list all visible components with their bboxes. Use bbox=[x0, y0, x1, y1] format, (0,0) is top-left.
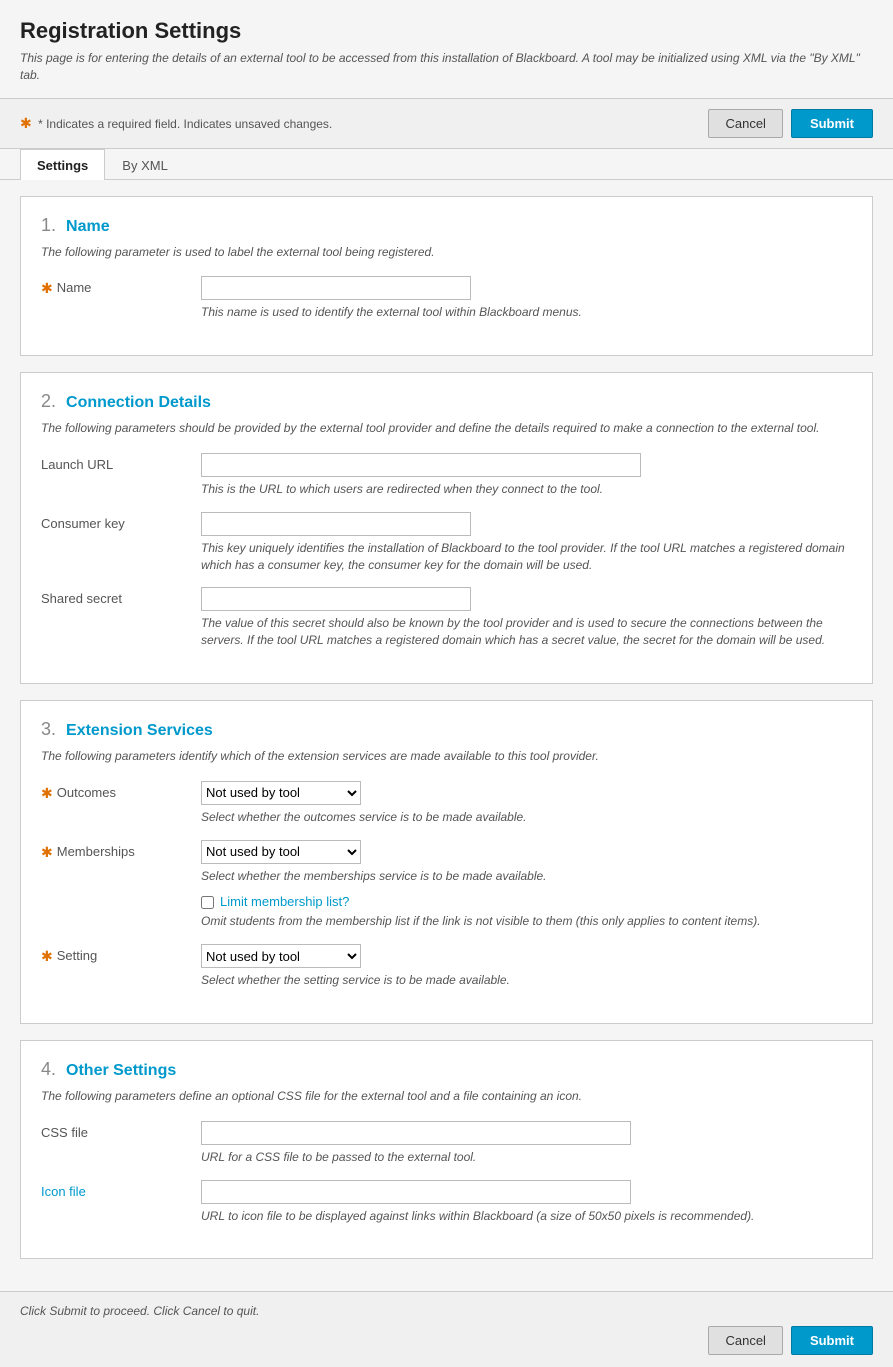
section-1-title: Name bbox=[66, 218, 110, 236]
toolbar-buttons: Cancel Submit bbox=[708, 109, 873, 138]
tab-by-xml[interactable]: By XML bbox=[105, 149, 185, 180]
memberships-select[interactable]: Not used by tool Supported by tool Requi… bbox=[201, 840, 361, 864]
consumer-key-hint: This key uniquely identifies the install… bbox=[201, 540, 852, 574]
page-wrapper: Registration Settings This page is for e… bbox=[0, 0, 893, 1367]
section-4-number: 4. bbox=[41, 1059, 56, 1080]
memberships-required-star: ✱ bbox=[41, 844, 53, 861]
name-input[interactable] bbox=[201, 276, 471, 300]
limit-membership-hint: Omit students from the membership list i… bbox=[201, 913, 852, 930]
section-4-description: The following parameters define an optio… bbox=[41, 1088, 852, 1105]
section-2-description: The following parameters should be provi… bbox=[41, 420, 852, 437]
icon-file-link[interactable]: Icon file bbox=[41, 1184, 86, 1199]
section-1-description: The following parameter is used to label… bbox=[41, 244, 852, 261]
shared-secret-hint: The value of this secret should also be … bbox=[201, 615, 852, 649]
outcomes-label: ✱ Outcomes bbox=[41, 781, 201, 802]
setting-required-star: ✱ bbox=[41, 948, 53, 965]
page-description: This page is for entering the details of… bbox=[20, 50, 873, 84]
section-2-number: 2. bbox=[41, 391, 56, 412]
memberships-field-content: Not used by tool Supported by tool Requi… bbox=[201, 840, 852, 931]
icon-file-input[interactable] bbox=[201, 1180, 631, 1204]
section-3-title: Extension Services bbox=[66, 722, 213, 740]
css-file-hint: URL for a CSS file to be passed to the e… bbox=[201, 1149, 852, 1166]
icon-file-label: Icon file bbox=[41, 1180, 201, 1199]
launch-url-input[interactable] bbox=[201, 453, 641, 477]
css-file-label: CSS file bbox=[41, 1121, 201, 1140]
memberships-hint: Select whether the memberships service i… bbox=[201, 868, 852, 885]
footer-text: Click Submit to proceed. Click Cancel to… bbox=[20, 1304, 873, 1318]
outcomes-field-content: Not used by tool Supported by tool Requi… bbox=[201, 781, 852, 826]
shared-secret-input[interactable] bbox=[201, 587, 471, 611]
section-other-header: 4. Other Settings bbox=[41, 1059, 852, 1080]
footer-buttons: Cancel Submit bbox=[20, 1326, 873, 1355]
setting-select[interactable]: Not used by tool Supported by tool Requi… bbox=[201, 944, 361, 968]
memberships-label: ✱ Memberships bbox=[41, 840, 201, 861]
css-file-input[interactable] bbox=[201, 1121, 631, 1145]
cancel-button-bottom[interactable]: Cancel bbox=[708, 1326, 782, 1355]
launch-url-label: Launch URL bbox=[41, 453, 201, 472]
required-field-notice: ✱ * Indicates a required field. Indicate… bbox=[20, 115, 332, 132]
cancel-button-top[interactable]: Cancel bbox=[708, 109, 782, 138]
submit-button-top[interactable]: Submit bbox=[791, 109, 873, 138]
section-extension-header: 3. Extension Services bbox=[41, 719, 852, 740]
outcomes-hint: Select whether the outcomes service is t… bbox=[201, 809, 852, 826]
setting-field-content: Not used by tool Supported by tool Requi… bbox=[201, 944, 852, 989]
launch-url-field-row: Launch URL This is the URL to which user… bbox=[41, 453, 852, 498]
page-header: Registration Settings This page is for e… bbox=[0, 0, 893, 99]
icon-file-field-row: Icon file URL to icon file to be display… bbox=[41, 1180, 852, 1225]
limit-membership-label[interactable]: Limit membership list? bbox=[220, 894, 349, 909]
section-4-title: Other Settings bbox=[66, 1062, 176, 1080]
name-label: ✱ Name bbox=[41, 276, 201, 297]
shared-secret-label: Shared secret bbox=[41, 587, 201, 606]
icon-file-hint: URL to icon file to be displayed against… bbox=[201, 1208, 852, 1225]
section-connection-header: 2. Connection Details bbox=[41, 391, 852, 412]
shared-secret-field-content: The value of this secret should also be … bbox=[201, 587, 852, 649]
outcomes-required-star: ✱ bbox=[41, 785, 53, 802]
name-field-row: ✱ Name This name is used to identify the… bbox=[41, 276, 852, 321]
setting-field-row: ✱ Setting Not used by tool Supported by … bbox=[41, 944, 852, 989]
name-field-content: This name is used to identify the extern… bbox=[201, 276, 852, 321]
consumer-key-label: Consumer key bbox=[41, 512, 201, 531]
section-name: 1. Name The following parameter is used … bbox=[20, 196, 873, 357]
css-file-field-content: URL for a CSS file to be passed to the e… bbox=[201, 1121, 852, 1166]
section-1-number: 1. bbox=[41, 215, 56, 236]
required-star-icon: ✱ bbox=[20, 115, 32, 131]
page-footer: Click Submit to proceed. Click Cancel to… bbox=[0, 1291, 893, 1367]
launch-url-field-content: This is the URL to which users are redir… bbox=[201, 453, 852, 498]
section-3-number: 3. bbox=[41, 719, 56, 740]
content-area: 1. Name The following parameter is used … bbox=[0, 180, 893, 1292]
outcomes-select[interactable]: Not used by tool Supported by tool Requi… bbox=[201, 781, 361, 805]
name-required-star: ✱ bbox=[41, 280, 53, 297]
submit-button-bottom[interactable]: Submit bbox=[791, 1326, 873, 1355]
section-connection: 2. Connection Details The following para… bbox=[20, 372, 873, 684]
section-extension: 3. Extension Services The following para… bbox=[20, 700, 873, 1024]
launch-url-hint: This is the URL to which users are redir… bbox=[201, 481, 852, 498]
limit-membership-checkbox[interactable] bbox=[201, 896, 214, 909]
section-other: 4. Other Settings The following paramete… bbox=[20, 1040, 873, 1259]
css-file-field-row: CSS file URL for a CSS file to be passed… bbox=[41, 1121, 852, 1166]
outcomes-field-row: ✱ Outcomes Not used by tool Supported by… bbox=[41, 781, 852, 826]
section-3-description: The following parameters identify which … bbox=[41, 748, 852, 765]
shared-secret-field-row: Shared secret The value of this secret s… bbox=[41, 587, 852, 649]
consumer-key-field-row: Consumer key This key uniquely identifie… bbox=[41, 512, 852, 574]
section-name-header: 1. Name bbox=[41, 215, 852, 236]
consumer-key-field-content: This key uniquely identifies the install… bbox=[201, 512, 852, 574]
page-title: Registration Settings bbox=[20, 18, 873, 44]
memberships-field-row: ✱ Memberships Not used by tool Supported… bbox=[41, 840, 852, 931]
icon-file-field-content: URL to icon file to be displayed against… bbox=[201, 1180, 852, 1225]
tabs: Settings By XML bbox=[0, 149, 893, 180]
toolbar: ✱ * Indicates a required field. Indicate… bbox=[0, 99, 893, 149]
setting-hint: Select whether the setting service is to… bbox=[201, 972, 852, 989]
section-2-title: Connection Details bbox=[66, 394, 211, 412]
consumer-key-input[interactable] bbox=[201, 512, 471, 536]
limit-membership-row: Limit membership list? bbox=[201, 894, 852, 909]
tab-settings[interactable]: Settings bbox=[20, 149, 105, 180]
setting-label: ✱ Setting bbox=[41, 944, 201, 965]
name-hint: This name is used to identify the extern… bbox=[201, 304, 852, 321]
